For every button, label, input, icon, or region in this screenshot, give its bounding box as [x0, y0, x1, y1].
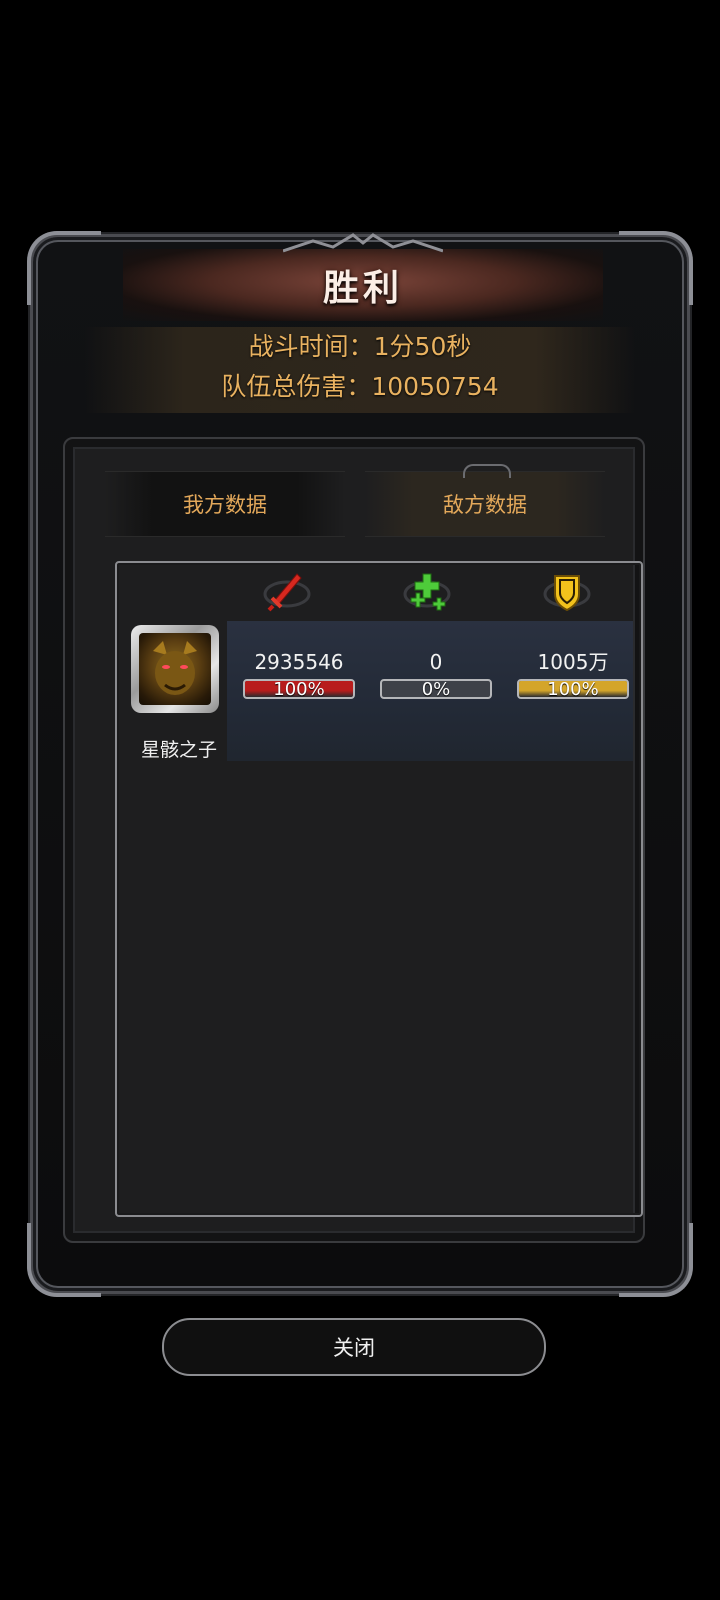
- panel-corner-ornament: [619, 231, 693, 305]
- stats-container: 我方数据 敌方数据 星骸之子 2935546 100% 0 0% 1005万 1…: [63, 437, 645, 1243]
- victory-panel: 胜利 战斗时间：1分50秒 队伍总伤害：10050754 我方数据 敌方数据 星…: [27, 231, 693, 1297]
- sword-icon: [257, 567, 317, 619]
- damage-percent: 100%: [273, 679, 325, 699]
- heal-cross-icon: [397, 567, 457, 619]
- tab-enemy-data[interactable]: 敌方数据: [365, 464, 605, 537]
- stats-table: 星骸之子 2935546 100% 0 0% 1005万 100%: [115, 561, 643, 1217]
- panel-corner-ornament: [27, 231, 101, 305]
- tank-value: 1005万: [537, 650, 609, 674]
- tank-stat: 1005万 100%: [515, 649, 631, 699]
- damage-value: 2935546: [254, 650, 344, 674]
- tab-label: 我方数据: [183, 493, 267, 517]
- heal-value: 0: [429, 650, 443, 674]
- damage-progress-bar: 100%: [243, 679, 355, 699]
- heal-percent: 0%: [421, 679, 451, 699]
- close-label: 关闭: [333, 1336, 375, 1360]
- battle-summary: 战斗时间：1分50秒 队伍总伤害：10050754: [85, 327, 635, 413]
- shield-icon: [537, 567, 597, 619]
- unit-name: 星骸之子: [140, 739, 217, 761]
- total-damage: 队伍总伤害：10050754: [221, 372, 499, 401]
- title-crown-ornament: [283, 233, 443, 253]
- tab-label: 敌方数据: [443, 493, 527, 517]
- tab-our-data[interactable]: 我方数据: [105, 471, 345, 537]
- title-banner: 胜利: [123, 249, 603, 321]
- heal-stat: 0 0%: [378, 649, 494, 699]
- data-tabs: 我方数据 敌方数据: [105, 464, 605, 537]
- heal-progress-bar: 0%: [380, 679, 492, 699]
- avatar[interactable]: [131, 625, 219, 713]
- dragon-portrait-icon: [139, 633, 211, 705]
- stat-icons-header: [117, 567, 641, 619]
- battle-time: 战斗时间：1分50秒: [248, 332, 472, 361]
- tank-progress-bar: 100%: [517, 679, 629, 699]
- close-button[interactable]: 关闭: [162, 1318, 546, 1376]
- page-title: 胜利: [322, 268, 403, 309]
- tank-percent: 100%: [547, 679, 599, 699]
- damage-stat: 2935546 100%: [241, 649, 357, 699]
